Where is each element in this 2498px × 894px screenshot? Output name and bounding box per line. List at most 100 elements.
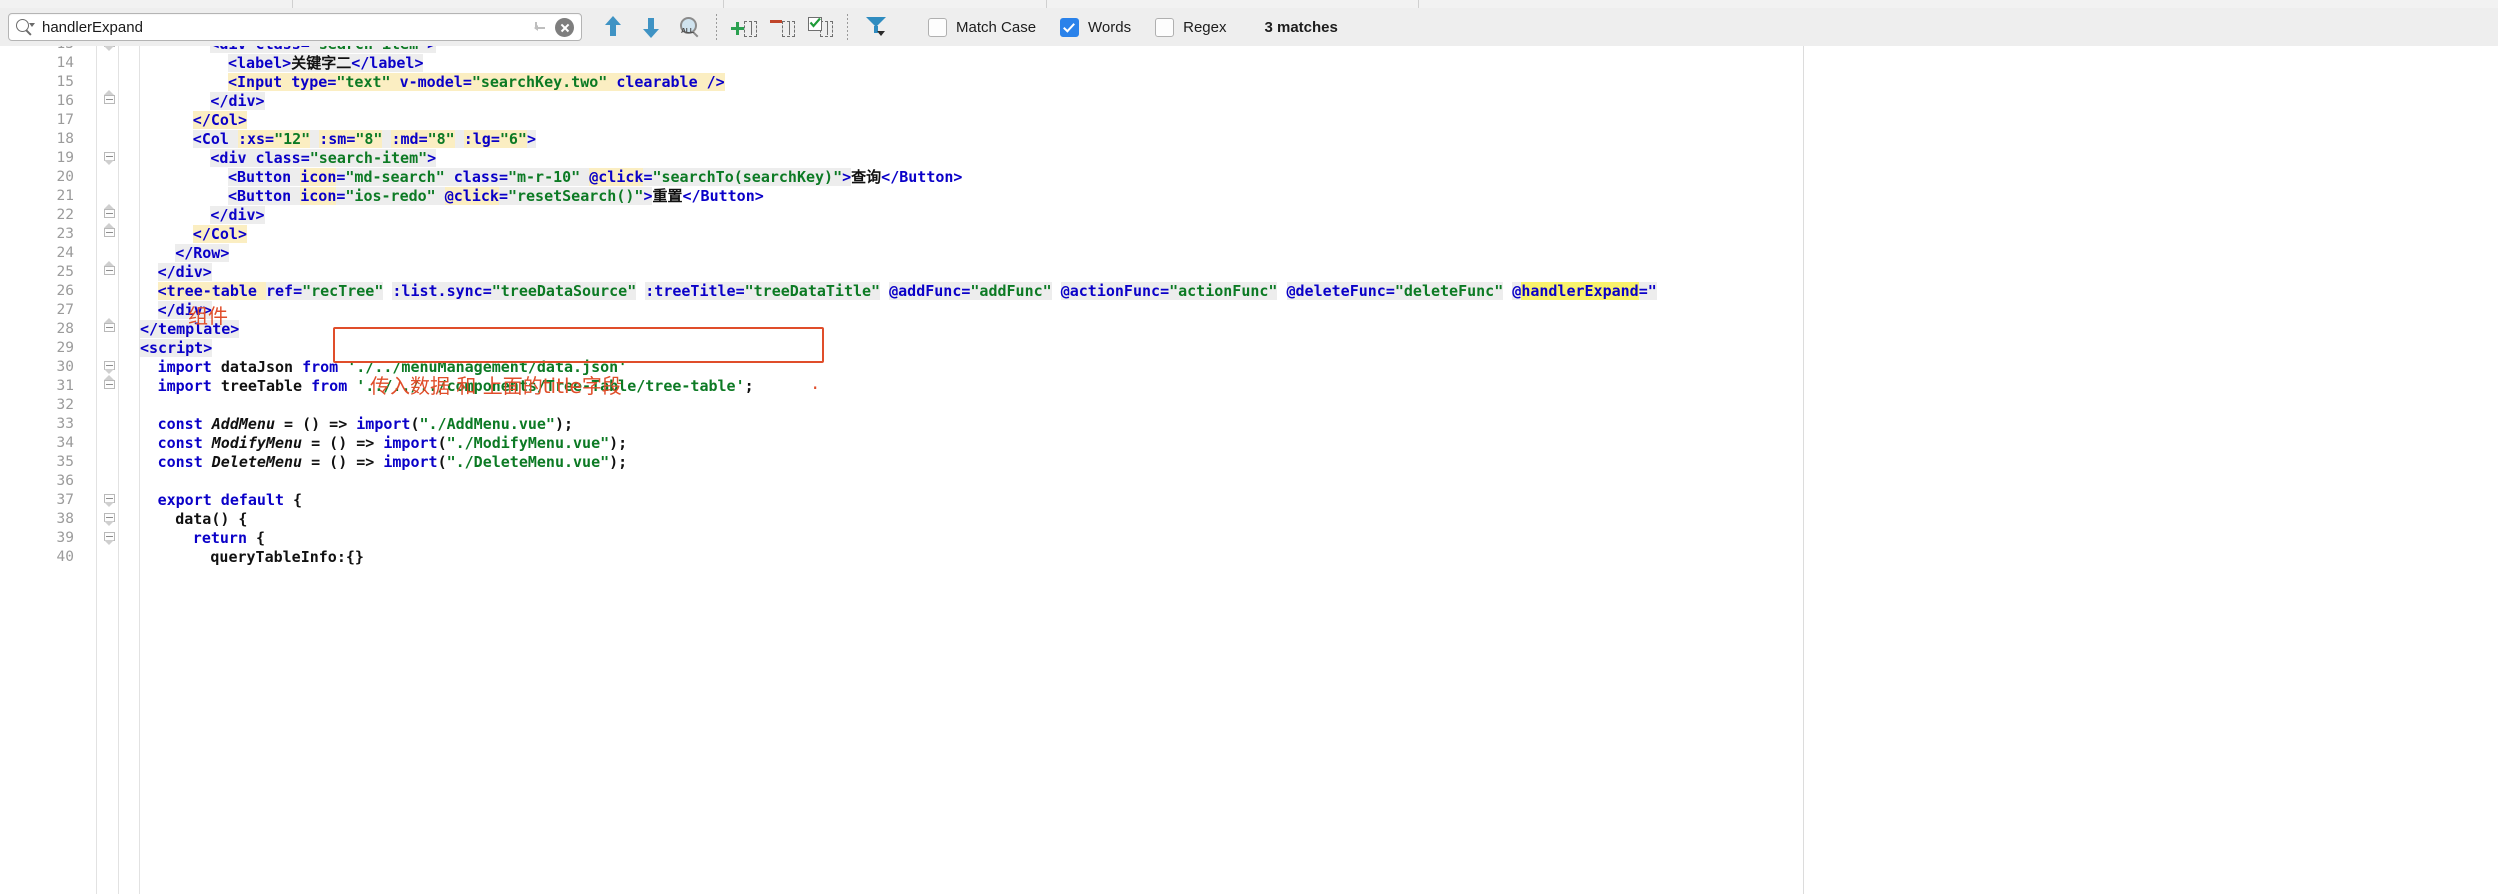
code-token: "./DeleteMenu.vue" — [446, 453, 610, 471]
search-field-wrapper[interactable] — [8, 13, 582, 41]
add-column-icon — [731, 16, 757, 38]
code-token: "text" — [336, 73, 391, 91]
code-token — [454, 130, 464, 148]
code-token: "8" — [355, 130, 383, 148]
code-line[interactable]: </div> — [210, 92, 265, 111]
fold-toggle-icon[interactable] — [104, 532, 117, 545]
code-token: ); — [609, 453, 628, 471]
code-content[interactable]: <div class="search-item"><label>关键字二</la… — [140, 46, 2498, 894]
code-line[interactable]: data() { — [175, 510, 247, 529]
fold-toggle-icon[interactable] — [104, 513, 117, 526]
words-option[interactable]: Words — [1060, 17, 1155, 37]
code-line[interactable]: queryTableInfo:{} — [210, 548, 364, 567]
code-line[interactable]: const ModifyMenu = () => import("./Modif… — [158, 434, 628, 453]
filter-button[interactable] — [858, 12, 892, 42]
code-line[interactable]: </Row> — [175, 244, 230, 263]
words-checkbox[interactable] — [1060, 17, 1080, 37]
code-line[interactable]: </div> — [157, 263, 212, 282]
code-token: "./ModifyMenu.vue" — [446, 434, 610, 452]
code-line[interactable]: </div> — [210, 206, 265, 225]
fold-toggle-icon[interactable] — [104, 152, 117, 165]
editor-gutter[interactable]: 1314 15 16 17 18 19 20 21 22 23 24 25 26 27 28 29 30 31 32… — [0, 46, 140, 894]
code-token: "6" — [499, 130, 527, 148]
code-token: = — [293, 282, 303, 300]
regex-option[interactable]: Regex — [1155, 17, 1250, 37]
code-token: "md-search" — [345, 168, 445, 186]
code-token: </Button> — [682, 187, 764, 205]
add-selection-button[interactable] — [727, 12, 761, 42]
find-all-button[interactable]: ALL — [672, 12, 706, 42]
code-line[interactable]: <tree-table ref="recTree" :list.sync="tr… — [157, 282, 1657, 301]
code-line[interactable]: return { — [193, 529, 265, 548]
fold-toggle-icon[interactable] — [104, 361, 117, 374]
search-input[interactable] — [40, 15, 531, 39]
find-next-button[interactable] — [634, 12, 668, 42]
code-token: :xs — [237, 130, 266, 148]
code-token: const — [157, 434, 203, 452]
code-token: ; — [744, 377, 754, 395]
code-token: clearable — [616, 73, 698, 91]
line-number: 16 — [56, 93, 74, 109]
code-line[interactable]: <Input type="text" v-model="searchKey.tw… — [228, 73, 725, 92]
line-number: 35 — [56, 454, 74, 470]
match-case-checkbox[interactable] — [928, 17, 947, 37]
code-line[interactable]: const DeleteMenu = () => import("./Delet… — [158, 453, 628, 472]
code-token: = — [498, 168, 508, 186]
code-token: = — [498, 187, 508, 205]
code-token — [435, 187, 445, 205]
line-number: 29 — [56, 340, 74, 356]
code-token: = — [300, 149, 310, 167]
fold-toggle-icon[interactable] — [104, 223, 117, 241]
code-token: dataJson — [220, 358, 294, 376]
toolbar-divider-1 — [716, 14, 717, 40]
code-token: () { — [211, 510, 248, 528]
line-number: 34 — [56, 435, 74, 451]
search-icon[interactable] — [14, 16, 36, 38]
fold-toggle-icon[interactable] — [104, 318, 117, 336]
code-token: treeTable — [220, 377, 303, 395]
code-line[interactable]: const AddMenu = () => import("./AddMenu.… — [158, 415, 573, 434]
code-token: return — [192, 529, 247, 547]
line-number: 31 — [56, 378, 74, 394]
code-token: type — [291, 73, 328, 91]
code-token: </Row> — [175, 244, 230, 262]
code-editor[interactable]: 1314 15 16 17 18 19 20 21 22 23 24 25 26 27 28 29 30 31 32… — [0, 46, 2498, 894]
fold-toggle-icon[interactable] — [104, 90, 117, 108]
code-token: <label> — [228, 54, 292, 72]
fold-toggle-icon[interactable] — [104, 261, 117, 279]
remove-selection-button[interactable] — [765, 12, 799, 42]
code-line[interactable]: export default { — [158, 491, 303, 510]
code-line[interactable]: <script> — [140, 339, 213, 358]
clear-search-button[interactable] — [555, 17, 574, 37]
code-line[interactable]: <div class="search-item"> — [210, 149, 437, 168]
fold-toggle-icon[interactable] — [104, 494, 117, 507]
code-line[interactable]: <Button icon="md-search" class="m-r-10" … — [228, 168, 962, 187]
code-line[interactable]: <div class="search-item"> — [210, 46, 437, 54]
line-number: 32 — [56, 397, 74, 413]
words-label: Words — [1088, 18, 1132, 36]
fold-toggle-icon[interactable] — [104, 375, 117, 393]
line-number: 13 — [14, 46, 74, 54]
regex-checkbox[interactable] — [1155, 17, 1175, 37]
code-line[interactable]: <Button icon="ios-redo" @click="resetSea… — [228, 187, 764, 206]
match-case-option[interactable]: Match Case — [928, 17, 1060, 37]
select-all-occurrences-button[interactable] — [803, 12, 837, 42]
code-token: "ios-redo" — [345, 187, 436, 205]
code-line[interactable]: <Col :xs="12" :sm="8" :md="8" :lg="6"> — [192, 130, 536, 149]
code-line[interactable]: <label>关键字二</label> — [228, 54, 424, 73]
fold-toggle-icon[interactable] — [104, 46, 117, 51]
code-token: ( — [437, 434, 447, 452]
remove-column-icon — [770, 16, 795, 38]
fold-toggle-icon[interactable] — [104, 204, 117, 222]
code-line[interactable]: </Col> — [192, 225, 247, 244]
code-token: "./AddMenu.vue" — [419, 415, 555, 433]
code-token: :md — [391, 130, 419, 148]
code-line[interactable]: </Col> — [192, 111, 247, 130]
find-previous-button[interactable] — [596, 12, 630, 42]
find-toolbar: ALL Match Case — [0, 8, 2498, 47]
code-token: DeleteMenu — [211, 453, 303, 471]
